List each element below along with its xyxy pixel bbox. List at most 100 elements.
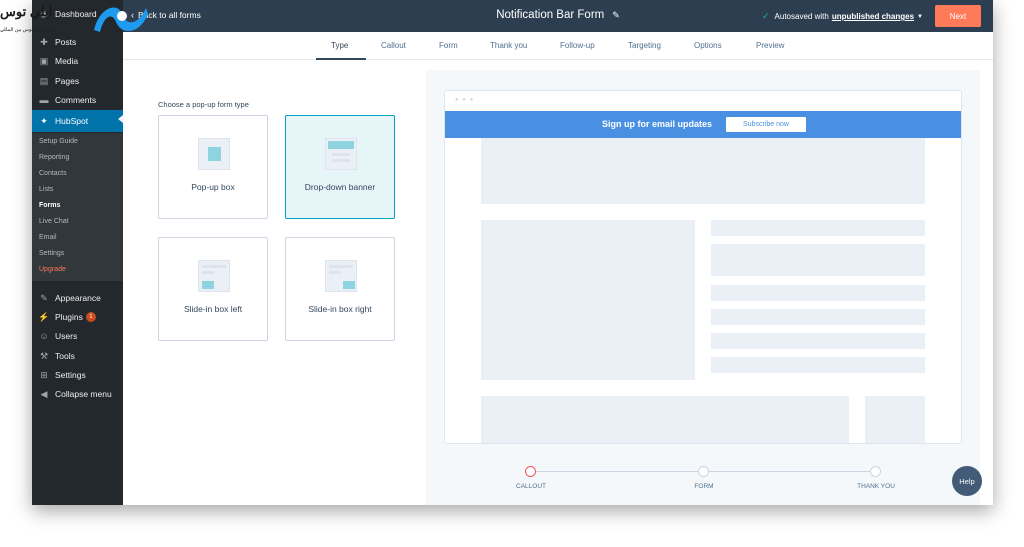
sidebar-item-label: Comments <box>55 95 97 105</box>
step-dot-thank-you[interactable] <box>870 466 881 477</box>
submenu-lists[interactable]: Lists <box>39 186 53 193</box>
sidebar-item-users[interactable]: ☺ Users <box>32 327 123 345</box>
wrench-icon: ⚒ <box>39 350 49 361</box>
next-button[interactable]: Next <box>935 5 981 27</box>
tab-follow-up[interactable]: Follow-up <box>560 41 595 50</box>
sidebar-item-tools[interactable]: ⚒ Tools <box>32 347 123 365</box>
type-card-label: Slide-in box left <box>183 304 243 314</box>
settings-icon: ⊞ <box>40 369 48 380</box>
app-window: ◉ Dashboard ✚ Posts ▣ Media ▤ Pages ▬ Comment… <box>32 0 993 505</box>
sidebar-item-collapse[interactable]: ◀ Collapse menu <box>32 385 123 403</box>
submenu-forms[interactable]: Forms <box>39 202 60 209</box>
logo-mark-icon <box>94 7 148 32</box>
slide-in-right-thumbnail <box>325 260 357 292</box>
type-card-slide-in-left[interactable]: Slide-in box left <box>158 237 268 341</box>
sidebar-item-plugins[interactable]: ⚡ Plugins 1 <box>32 308 123 326</box>
tab-targeting[interactable]: Targeting <box>628 41 661 50</box>
sidebar-item-media[interactable]: ▣ Media <box>32 52 123 70</box>
form-type-heading: Choose a pop-up form type <box>158 100 249 109</box>
tab-options[interactable]: Options <box>694 41 722 50</box>
help-button[interactable]: Help <box>952 466 982 496</box>
submenu-upgrade[interactable]: Upgrade <box>39 266 66 273</box>
sidebar-item-label: Plugins <box>55 312 83 322</box>
dropdown-banner-thumbnail <box>325 138 357 170</box>
sidebar-item-hubspot[interactable]: ✦ HubSpot <box>32 110 123 132</box>
submenu-live-chat[interactable]: Live Chat <box>39 218 69 225</box>
wp-admin-sidebar: ◉ Dashboard ✚ Posts ▣ Media ▤ Pages ▬ Comment… <box>32 0 123 505</box>
pencil-icon[interactable]: ✎ <box>612 10 620 20</box>
sidebar-item-label: HubSpot <box>55 116 89 126</box>
tab-callout[interactable]: Callout <box>381 41 406 50</box>
active-tab-indicator <box>316 58 366 60</box>
step-dot-form[interactable] <box>698 466 709 477</box>
sidebar-item-comments[interactable]: ▬ Comments <box>32 91 123 109</box>
logo-subtitle: شركة ايلي توس بين المللي <box>0 27 57 33</box>
banner-headline: Sign up for email updates <box>602 119 713 129</box>
sidebar-item-label: Settings <box>55 370 86 380</box>
caret-down-icon: ▼ <box>917 13 923 20</box>
submenu-setup-guide[interactable]: Setup Guide <box>39 138 78 145</box>
pin-icon: ✚ <box>40 36 48 47</box>
placeholder-block <box>481 220 695 380</box>
hubspot-submenu: Setup Guide Reporting Contacts Lists For… <box>32 133 123 281</box>
plugin-icon: ⚡ <box>38 311 50 322</box>
placeholder-line <box>711 285 925 301</box>
live-preview-panel: ● ● ● Sign up for email updates Subscrib… <box>426 70 980 505</box>
window-dots-icon: ● ● ● <box>455 97 475 103</box>
editor-tabs: Type Callout Form Thank you Follow-up Ta… <box>123 32 993 60</box>
submenu-contacts[interactable]: Contacts <box>39 170 67 177</box>
autosave-status[interactable]: ✓ Autosaved with unpublished changes ▼ <box>762 11 923 22</box>
form-title-text: Notification Bar Form <box>496 9 605 21</box>
preview-banner: Sign up for email updates Subscribe now <box>445 111 961 138</box>
step-label-callout: CALLOUT <box>516 483 546 490</box>
sidebar-item-label: Users <box>55 331 78 341</box>
step-label-thank-you: THANK YOU <box>857 483 895 490</box>
submenu-settings[interactable]: Settings <box>39 250 64 257</box>
sidebar-item-appearance[interactable]: ✎ Appearance <box>32 289 123 307</box>
slide-in-left-thumbnail <box>198 260 230 292</box>
comments-icon: ▬ <box>39 95 49 105</box>
autosave-prefix: Autosaved with <box>774 12 829 21</box>
sidebar-item-pages[interactable]: ▤ Pages <box>32 72 123 90</box>
placeholder-line <box>711 309 925 325</box>
sidebar-item-label: Pages <box>55 76 80 86</box>
type-card-slide-in-right[interactable]: Slide-in box right <box>285 237 395 341</box>
submenu-reporting[interactable]: Reporting <box>39 154 69 161</box>
sidebar-item-settings[interactable]: ⊞ Settings <box>32 366 123 384</box>
user-icon: ☺ <box>39 331 49 341</box>
pages-icon: ▤ <box>39 75 49 86</box>
placeholder-block <box>865 396 925 443</box>
type-card-popup-box[interactable]: Pop-up box <box>158 115 268 219</box>
tab-thank-you[interactable]: Thank you <box>490 41 527 50</box>
sidebar-item-label: Media <box>55 56 79 66</box>
brand-logo: ايلي توس شركة ايلي توس بين المللي <box>0 0 160 38</box>
collapse-icon: ◀ <box>40 388 48 399</box>
plugins-update-badge: 1 <box>85 312 96 322</box>
type-card-dropdown-banner[interactable]: Drop-down banner <box>285 115 395 219</box>
browser-mockup: ● ● ● Sign up for email updates Subscrib… <box>444 90 962 444</box>
hubspot-icon: ✦ <box>40 115 48 126</box>
step-label-form: FORM <box>694 483 714 490</box>
placeholder-line <box>711 333 925 349</box>
tab-type[interactable]: Type <box>331 41 348 50</box>
type-card-label: Slide-in box right <box>308 304 372 314</box>
submenu-email[interactable]: Email <box>39 234 57 241</box>
placeholder-block <box>481 396 849 443</box>
unpublished-changes-link[interactable]: unpublished changes <box>832 12 914 21</box>
placeholder-line <box>711 220 925 236</box>
placeholder-line <box>711 244 925 276</box>
brush-icon: ✎ <box>40 292 48 303</box>
form-editor-header: ‹ Back to all forms Notification Bar Form… <box>123 0 993 32</box>
sidebar-item-label: Collapse menu <box>55 389 112 399</box>
sidebar-item-label: Appearance <box>55 293 101 303</box>
placeholder-line <box>711 357 925 373</box>
sidebar-item-label: Tools <box>55 351 75 361</box>
tab-preview[interactable]: Preview <box>756 41 784 50</box>
tab-form[interactable]: Form <box>439 41 458 50</box>
logo-text: ايلي توس <box>0 4 53 19</box>
subscribe-now-button[interactable]: Subscribe now <box>726 117 806 132</box>
placeholder-block <box>481 138 925 204</box>
type-card-label: Pop-up box <box>191 182 235 192</box>
popup-box-thumbnail <box>198 138 230 170</box>
step-dot-callout[interactable] <box>525 466 536 477</box>
